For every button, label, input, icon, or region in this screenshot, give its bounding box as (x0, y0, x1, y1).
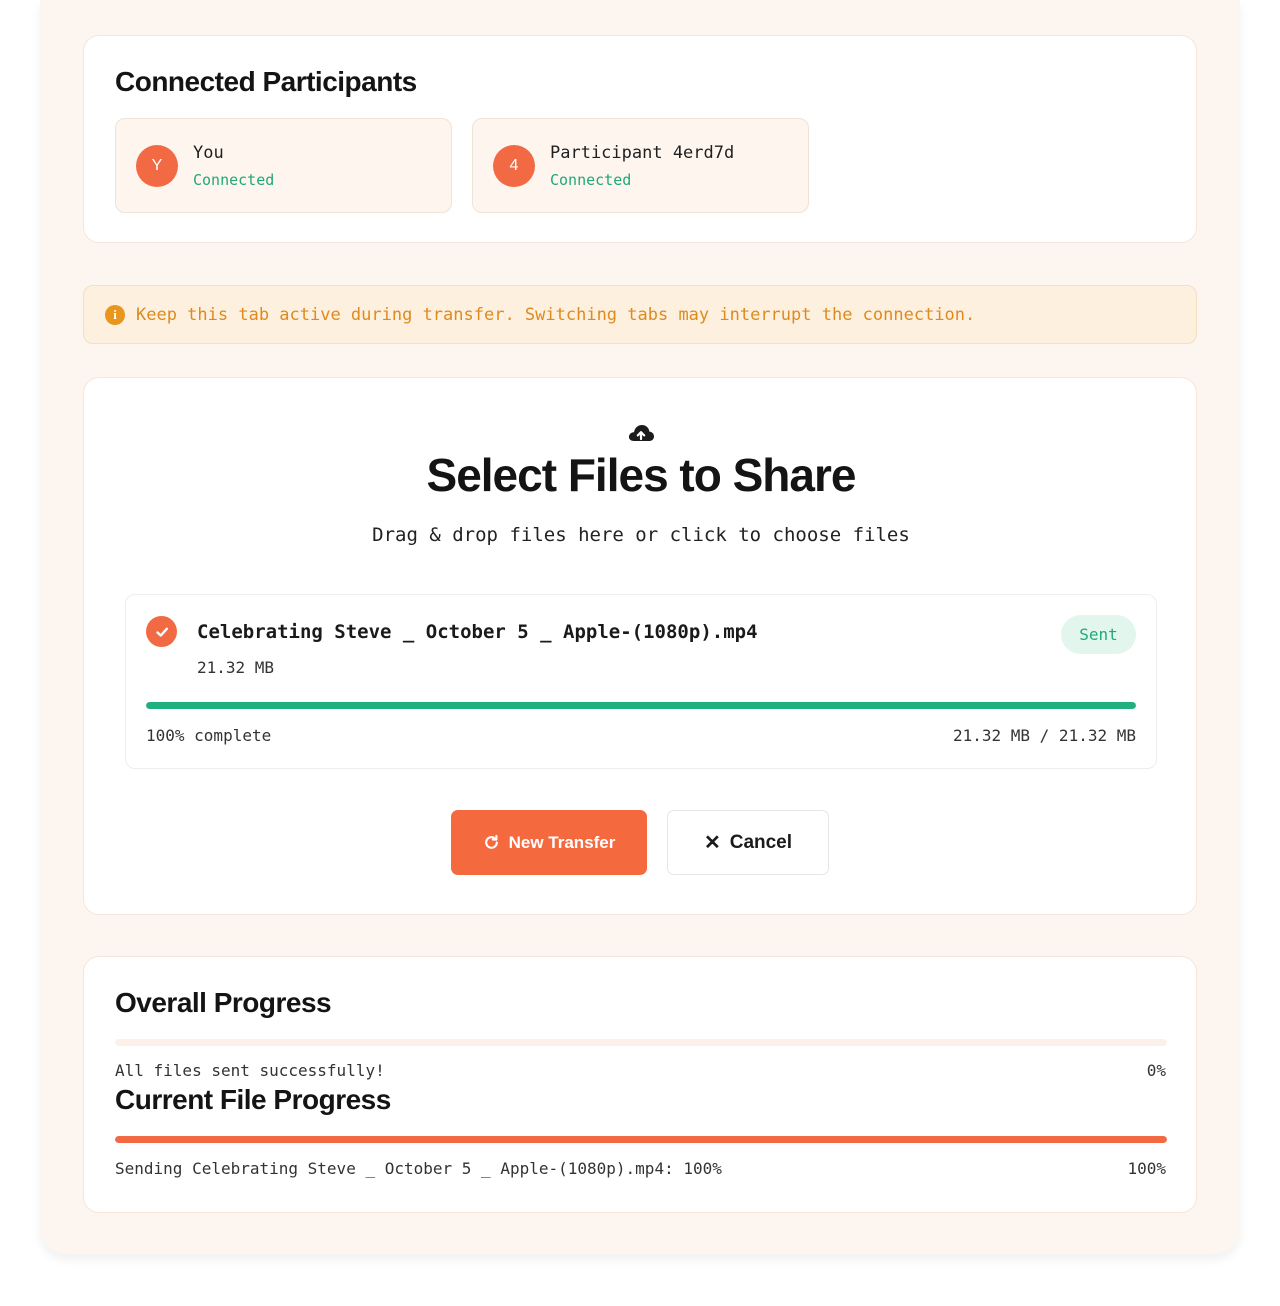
participant-name: You (193, 143, 224, 163)
app-shell: Connected Participants Y You Connected 4… (40, 0, 1240, 1254)
participants-title: Connected Participants (115, 66, 417, 97)
file-size: 21.32 MB (197, 658, 275, 677)
overall-progress-title: Overall Progress (115, 987, 332, 1018)
file-progress-track (146, 702, 1136, 709)
avatar: 4 (493, 145, 535, 187)
participant-card-you: Y You Connected (115, 118, 452, 213)
warning-text: Keep this tab active during transfer. Sw… (136, 304, 976, 325)
warning-banner: i Keep this tab active during transfer. … (83, 285, 1197, 344)
current-percent: 100% (1127, 1159, 1166, 1178)
overall-percent: 0% (1146, 1061, 1166, 1080)
info-icon: i (105, 304, 125, 325)
new-transfer-button[interactable]: New Transfer (451, 810, 647, 875)
file-item: Celebrating Steve _ October 5 _ Apple-(1… (125, 594, 1157, 769)
file-bytes-label: 21.32 MB / 21.32 MB (952, 726, 1136, 745)
overall-progress-track (115, 1039, 1167, 1046)
current-status: Sending Celebrating Steve _ October 5 _ … (115, 1159, 722, 1178)
avatar: Y (136, 145, 178, 187)
check-icon (146, 616, 177, 647)
status-badge: Sent (1061, 615, 1136, 654)
current-progress-fill (115, 1136, 1167, 1143)
progress-card: Overall Progress All files sent successf… (83, 956, 1197, 1213)
close-icon: ✕ (703, 832, 721, 854)
participant-name: Participant 4erd7d (550, 143, 735, 163)
select-subtitle: Drag & drop files here or click to choos… (372, 524, 910, 546)
current-progress-track (115, 1136, 1167, 1143)
refresh-icon (483, 834, 500, 851)
participant-status: Connected (550, 171, 632, 189)
new-transfer-label: New Transfer (508, 832, 616, 852)
cancel-label: Cancel (729, 831, 793, 853)
overall-status: All files sent successfully! (115, 1061, 385, 1080)
participant-status: Connected (193, 171, 275, 189)
file-progress-fill (146, 702, 1136, 709)
current-file-progress-title: Current File Progress (115, 1084, 391, 1115)
select-title: Select Files to Share (426, 449, 857, 501)
participant-card-4erd7d: 4 Participant 4erd7d Connected (472, 118, 809, 213)
cancel-button[interactable]: ✕ Cancel (667, 810, 829, 875)
file-drop-zone[interactable]: Select Files to Share Drag & drop files … (83, 377, 1197, 915)
cloud-upload-icon (627, 422, 655, 448)
file-name: Celebrating Steve _ October 5 _ Apple-(1… (197, 621, 758, 643)
file-percent-label: 100% complete (146, 726, 272, 745)
participants-card: Connected Participants Y You Connected 4… (83, 35, 1197, 243)
